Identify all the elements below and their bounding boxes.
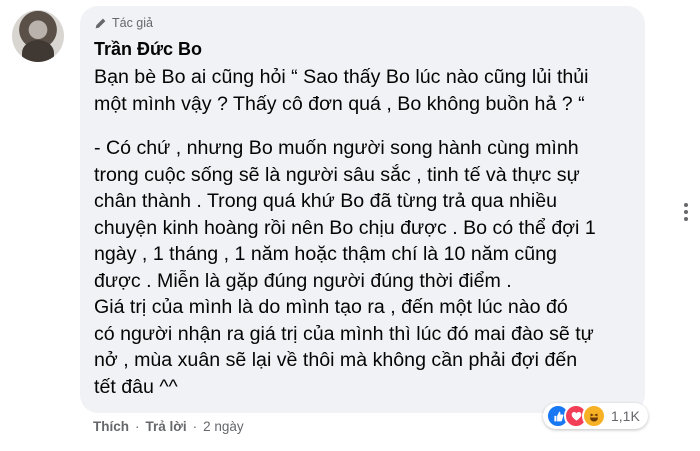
avatar[interactable]	[12, 10, 64, 62]
separator: ·	[192, 419, 198, 434]
timestamp[interactable]: 2 ngày	[203, 419, 244, 434]
more-options-icon[interactable]	[676, 200, 696, 224]
comment-text: Bạn bè Bo ai cũng hỏi “ Sao thấy Bo lúc …	[94, 64, 639, 400]
author-name[interactable]: Trần Đức Bo	[94, 39, 202, 60]
comment-actions: Thích · Trả lời · 2 ngày	[93, 419, 244, 434]
reply-link[interactable]: Trả lời	[146, 419, 187, 434]
comment-bubble: Tác giả Trần Đức Bo Bạn bè Bo ai cũng hỏ…	[80, 6, 645, 413]
separator: ·	[135, 419, 140, 434]
like-link[interactable]: Thích	[93, 419, 129, 434]
comment-paragraph: Bạn bè Bo ai cũng hỏi “ Sao thấy Bo lúc …	[94, 66, 589, 115]
pencil-icon	[95, 18, 106, 28]
reaction-summary[interactable]: 1,1K	[543, 403, 648, 429]
comment-paragraph: - Có chứ , nhưng Bo muốn người song hành…	[94, 137, 596, 398]
reaction-count: 1,1K	[611, 408, 640, 424]
author-badge: Tác giả	[94, 16, 153, 30]
author-badge-label: Tác giả	[112, 16, 153, 30]
haha-icon	[582, 404, 606, 428]
